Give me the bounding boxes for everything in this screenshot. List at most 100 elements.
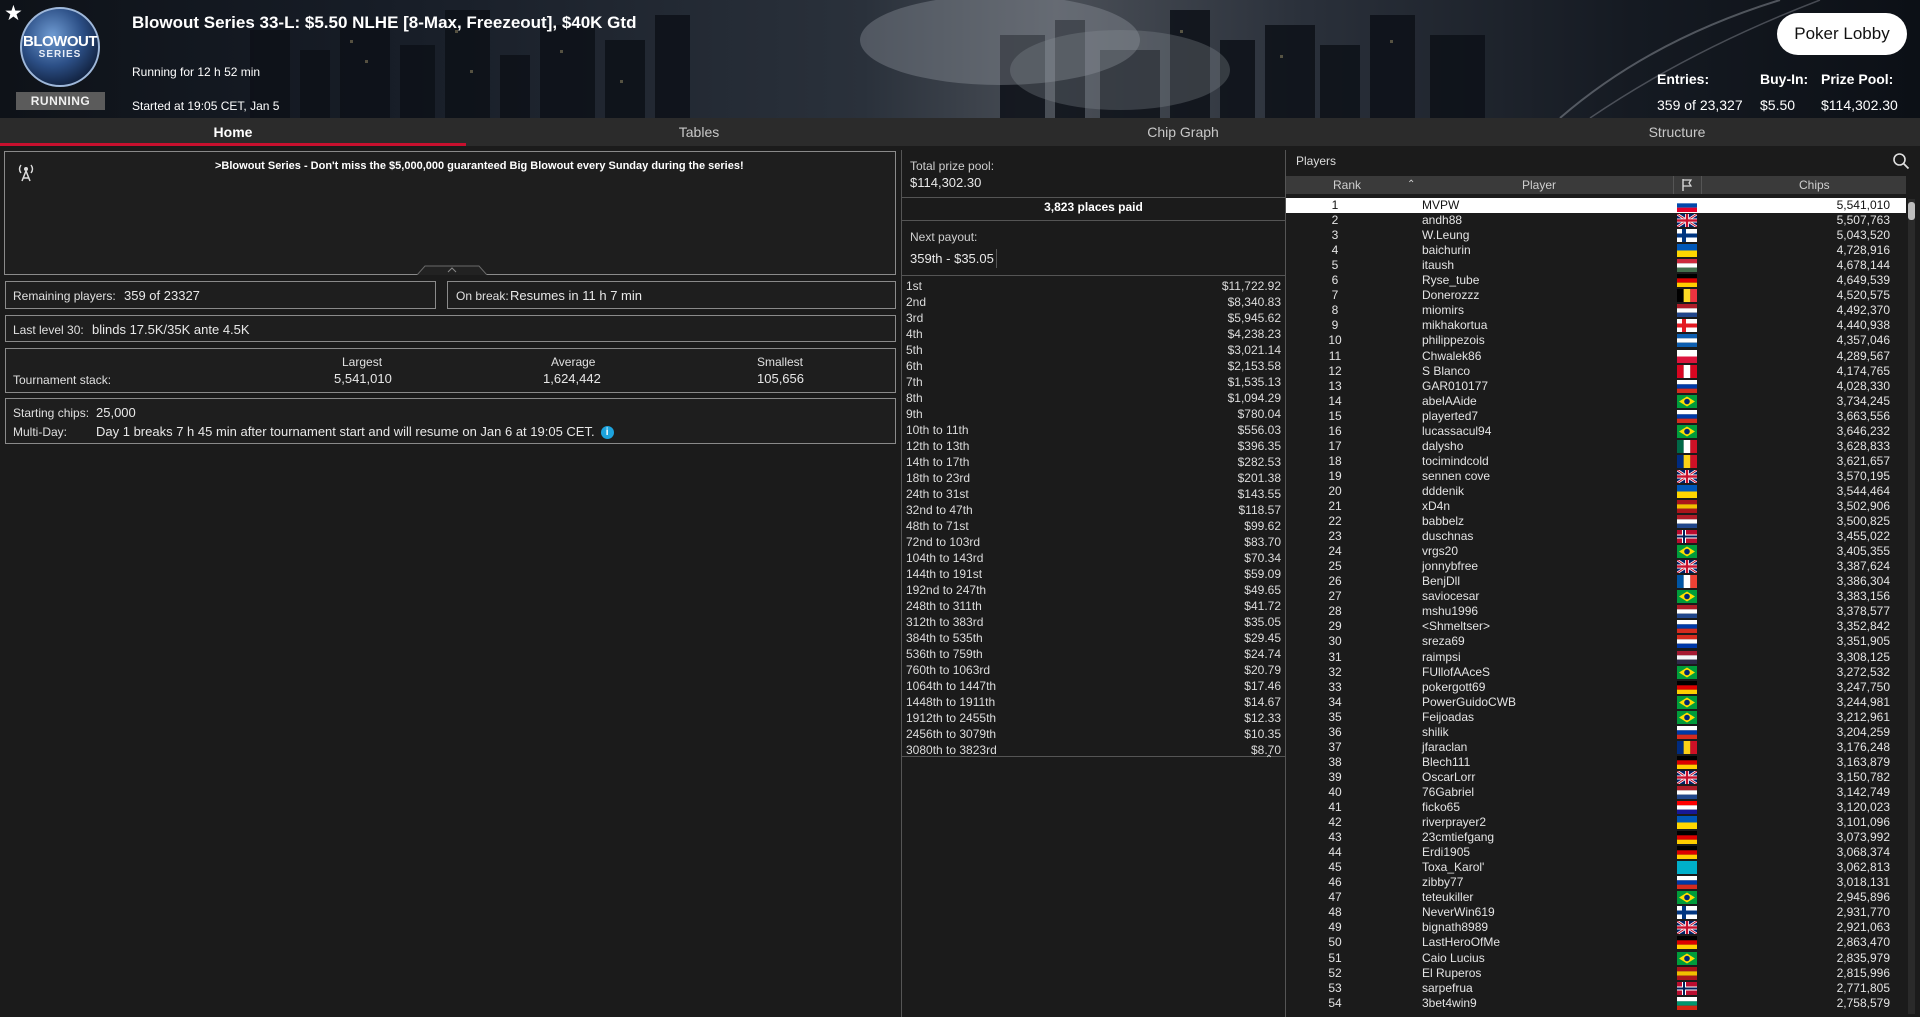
- largest-label: Largest: [342, 355, 383, 369]
- player-chips: 4,728,916: [1836, 243, 1890, 258]
- tab-chip-graph[interactable]: Chip Graph: [932, 118, 1434, 146]
- player-row[interactable]: 41 ficko65 3,120,023: [1286, 800, 1906, 815]
- player-row[interactable]: 1 MVPW 5,541,010: [1286, 198, 1906, 213]
- sort-ascending-icon[interactable]: ⌃: [1407, 179, 1415, 190]
- player-row[interactable]: 3 W.Leung 5,043,520: [1286, 228, 1906, 243]
- player-row[interactable]: 30 sreza69 3,351,905: [1286, 634, 1906, 649]
- player-row[interactable]: 44 Erdi1905 3,068,374: [1286, 845, 1906, 860]
- player-rank: 43: [1328, 830, 1342, 845]
- places-paid: 3,823 places paid: [1044, 200, 1143, 214]
- player-row[interactable]: 15 playerted7 3,663,556: [1286, 409, 1906, 424]
- player-row[interactable]: 49 bignath8989 2,921,063: [1286, 920, 1906, 936]
- collapse-chevron-icon[interactable]: ⌃: [1259, 755, 1279, 765]
- payout-row: 72nd to 103rd $83.70: [906, 535, 1281, 551]
- player-row[interactable]: 19 sennen cove 3,570,195: [1286, 468, 1906, 484]
- player-row[interactable]: 31 raimpsi 3,308,125: [1286, 650, 1906, 665]
- scrollbar-thumb[interactable]: [1908, 202, 1915, 220]
- payout-place: 7th: [906, 375, 923, 389]
- player-rank: 20: [1328, 483, 1342, 498]
- player-name: playerted7: [1422, 408, 1479, 423]
- player-chips: 3,163,879: [1836, 754, 1890, 769]
- payout-place: 48th to 71st: [906, 519, 969, 533]
- rank-column-header[interactable]: Rank: [1333, 178, 1361, 192]
- player-row[interactable]: 36 shilik 3,204,259: [1286, 725, 1906, 740]
- player-chips: 2,931,770: [1836, 905, 1890, 920]
- player-row[interactable]: 16 lucassacul94 3,646,232: [1286, 424, 1906, 439]
- player-row[interactable]: 10 philippezois 4,357,046: [1286, 333, 1906, 348]
- player-chips: 3,272,532: [1836, 664, 1890, 679]
- chips-column-header[interactable]: Chips: [1799, 178, 1830, 192]
- player-row[interactable]: 45 Toxa_Karol' 3,062,813: [1286, 860, 1906, 875]
- player-row[interactable]: 9 mikhakortua 4,440,938: [1286, 318, 1906, 333]
- player-row[interactable]: 20 dddenik 3,544,464: [1286, 484, 1906, 499]
- player-row[interactable]: 33 pokergott69 3,247,750: [1286, 680, 1906, 695]
- player-row[interactable]: 4 baichurin 4,728,916: [1286, 243, 1906, 258]
- players-scrollbar[interactable]: [1908, 199, 1915, 1014]
- player-row[interactable]: 54 3bet4win9 2,758,579: [1286, 996, 1906, 1011]
- player-row[interactable]: 2 andh88 5,507,763: [1286, 212, 1906, 229]
- divider: [1701, 176, 1702, 194]
- player-row[interactable]: 35 Feijoadas 3,212,961: [1286, 710, 1906, 725]
- payout-amount: $24.74: [1244, 647, 1281, 661]
- favorite-star-icon[interactable]: ★: [4, 2, 23, 26]
- tab-structure[interactable]: Structure: [1434, 118, 1920, 146]
- player-row[interactable]: 50 LastHeroOfMe 2,863,470: [1286, 935, 1906, 950]
- player-chips: 3,628,833: [1836, 438, 1890, 453]
- flag-column-icon[interactable]: [1680, 178, 1694, 192]
- player-rank: 7: [1331, 288, 1339, 303]
- player-row[interactable]: 52 El Ruperos 2,815,996: [1286, 966, 1906, 981]
- player-row[interactable]: 18 tocimindcold 3,621,657: [1286, 454, 1906, 469]
- country-flag-icon: [1677, 650, 1697, 664]
- country-flag-icon: [1677, 484, 1697, 498]
- player-column-header[interactable]: Player: [1522, 178, 1556, 192]
- player-row[interactable]: 5 itaush 4,678,144: [1286, 258, 1906, 273]
- player-row[interactable]: 38 Blech111 3,163,879: [1286, 755, 1906, 770]
- player-row[interactable]: 12 S Blanco 4,174,765: [1286, 364, 1906, 379]
- poker-lobby-button[interactable]: Poker Lobby: [1777, 13, 1907, 55]
- player-chips: 3,142,749: [1836, 784, 1890, 799]
- player-row[interactable]: 32 FUllofAAceS 3,272,532: [1286, 665, 1906, 680]
- player-row[interactable]: 23 duschnas 3,455,022: [1286, 529, 1906, 544]
- broadcast-icon: [18, 164, 34, 182]
- player-name: 76Gabriel: [1422, 784, 1475, 799]
- player-row[interactable]: 34 PowerGuidoCWB 3,244,981: [1286, 695, 1906, 710]
- player-row[interactable]: 8 miomirs 4,492,370: [1286, 303, 1906, 318]
- player-row[interactable]: 6 Ryse_tube 4,649,539: [1286, 273, 1906, 288]
- player-row[interactable]: 47 teteukiller 2,945,896: [1286, 890, 1906, 905]
- total-prize-value: $114,302.30: [910, 175, 982, 190]
- country-flag-icon: [1677, 605, 1697, 619]
- player-row[interactable]: 53 sarpefrua 2,771,805: [1286, 981, 1906, 996]
- player-name: El Ruperos: [1422, 965, 1482, 980]
- player-row[interactable]: 13 GAR010177 4,028,330: [1286, 379, 1906, 394]
- player-row[interactable]: 25 jonnybfree 3,387,624: [1286, 559, 1906, 575]
- search-icon[interactable]: [1892, 152, 1910, 170]
- payout-place: 192nd to 247th: [906, 583, 987, 597]
- player-row[interactable]: 29 <Shmeltser> 3,352,842: [1286, 619, 1906, 634]
- player-chips: 3,500,825: [1836, 514, 1890, 529]
- player-row[interactable]: 26 BenjDll 3,386,304: [1286, 574, 1906, 589]
- player-row[interactable]: 17 dalysho 3,628,833: [1286, 439, 1906, 454]
- player-name: pokergott69: [1422, 679, 1486, 694]
- info-icon[interactable]: i: [600, 426, 614, 439]
- player-row[interactable]: 37 jfaraclan 3,176,248: [1286, 740, 1906, 755]
- player-rank: 17: [1328, 438, 1342, 453]
- player-row[interactable]: 51 Caio Lucius 2,835,979: [1286, 951, 1906, 966]
- player-row[interactable]: 7 Donerozzz 4,520,575: [1286, 288, 1906, 303]
- player-chips: 3,734,245: [1836, 393, 1890, 408]
- player-row[interactable]: 39 OscarLorr 3,150,782: [1286, 769, 1906, 785]
- player-row[interactable]: 22 babbelz 3,500,825: [1286, 514, 1906, 529]
- player-row[interactable]: 40 76Gabriel 3,142,749: [1286, 785, 1906, 800]
- player-row[interactable]: 43 23cmtiefgang 3,073,992: [1286, 830, 1906, 845]
- player-row[interactable]: 27 saviocesar 3,383,156: [1286, 589, 1906, 604]
- player-row[interactable]: 24 vrgs20 3,405,355: [1286, 544, 1906, 559]
- player-row[interactable]: 28 mshu1996 3,378,577: [1286, 604, 1906, 619]
- player-row[interactable]: 42 riverprayer2 3,101,096: [1286, 815, 1906, 830]
- player-row[interactable]: 11 Chwalek86 4,289,567: [1286, 349, 1906, 364]
- player-row[interactable]: 48 NeverWin619 2,931,770: [1286, 905, 1906, 920]
- player-row[interactable]: 21 xD4n 3,502,906: [1286, 499, 1906, 514]
- tab-home[interactable]: Home: [0, 118, 466, 146]
- player-row[interactable]: 14 abelAAide 3,734,245: [1286, 394, 1906, 409]
- tab-tables[interactable]: Tables: [466, 118, 932, 146]
- collapse-tab-icon[interactable]: [417, 265, 487, 275]
- player-row[interactable]: 46 zibby77 3,018,131: [1286, 875, 1906, 890]
